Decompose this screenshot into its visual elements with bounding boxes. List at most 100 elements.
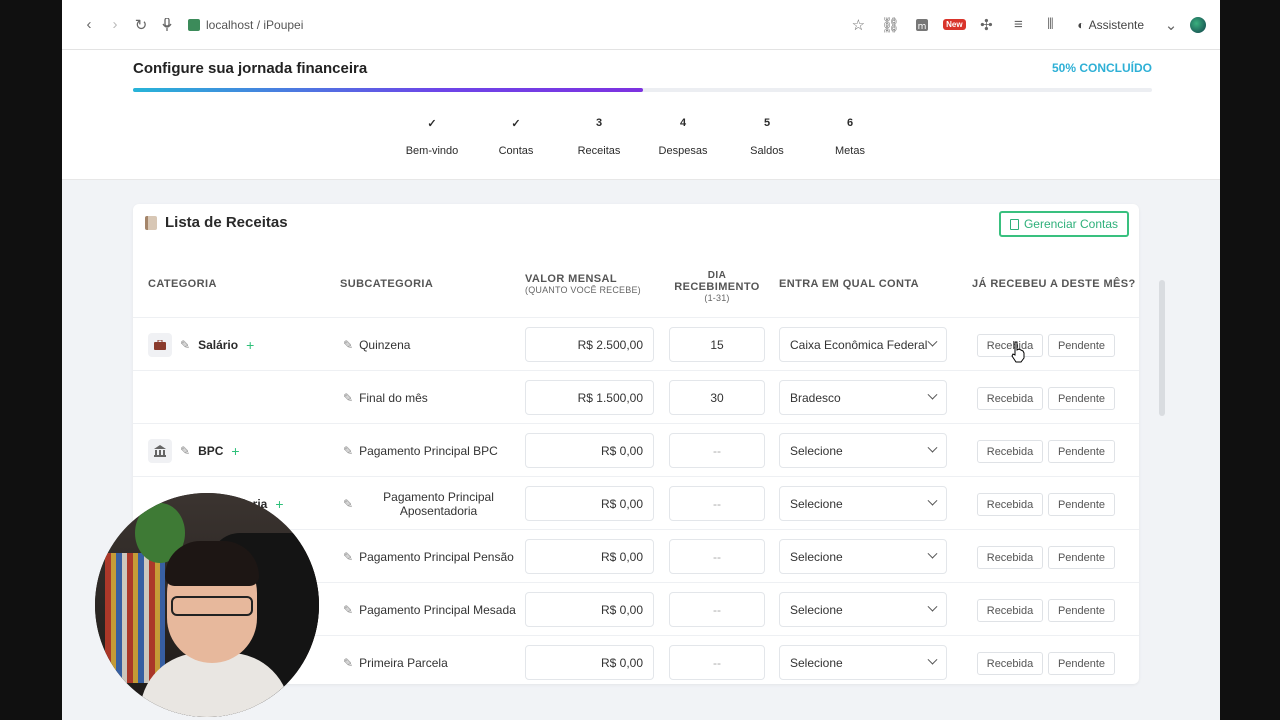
step-label: Metas [835, 145, 865, 157]
receipt-day-input[interactable]: 30 [669, 380, 765, 415]
extension-new-icon[interactable]: New [941, 12, 967, 38]
step-label: Receitas [577, 145, 621, 157]
account-select[interactable]: Selecione [779, 433, 947, 468]
header-monthly-value-text: VALOR MENSAL [525, 273, 617, 285]
chevron-down-icon [927, 336, 938, 347]
edit-pencil-icon[interactable]: ✎ [180, 444, 190, 458]
account-select[interactable]: Selecione [779, 645, 947, 680]
account-select[interactable]: Caixa Econômica Federal [779, 327, 947, 362]
pending-button[interactable]: Pendente [1048, 440, 1115, 463]
step-despesas[interactable]: 4 Despesas [643, 106, 723, 157]
pending-button[interactable]: Pendente [1048, 546, 1115, 569]
add-subcategory-icon[interactable]: + [231, 443, 239, 459]
browser-toolbar: ‹ › ↻ localhost / iPoupei ☆ ⛓ m New ✣ ≡ … [62, 0, 1220, 50]
extension-m-icon[interactable]: m [909, 12, 935, 38]
header-day-line1: DIA [707, 269, 727, 281]
step-label: Saldos [750, 145, 784, 157]
header-received-text: JÁ RECEBEU A DESTE MÊS? [972, 278, 1136, 290]
chevron-down-icon[interactable]: ⌄ [1158, 12, 1184, 38]
receipt-day-input[interactable]: -- [669, 486, 765, 521]
step-check-icon: ✓ [511, 117, 521, 130]
receipt-day-input[interactable]: 15 [669, 327, 765, 362]
edit-pencil-icon[interactable]: ✎ [343, 656, 353, 670]
monthly-value-input[interactable]: R$ 0,00 [525, 433, 654, 468]
add-subcategory-icon[interactable]: + [246, 337, 254, 353]
bookmark-star-icon[interactable]: ☆ [845, 12, 871, 38]
receipt-day-input[interactable]: -- [669, 539, 765, 574]
wallet-icon [1009, 218, 1019, 230]
bookshelf [105, 553, 165, 683]
step-bem-vindo[interactable]: ✓ Bem-vindo [392, 106, 472, 158]
subcategory-name: Quinzena [359, 337, 411, 352]
new-badge: New [943, 19, 966, 30]
chevron-down-icon [927, 442, 938, 453]
edit-pencil-icon[interactable]: ✎ [180, 338, 190, 352]
received-button[interactable]: Recebida [977, 440, 1043, 463]
waveform-icon[interactable]: ⦀ [1037, 12, 1063, 38]
person-hair [165, 541, 259, 586]
menu-lines-icon[interactable]: ≡ [1005, 12, 1031, 38]
profile-globe-icon[interactable] [1190, 16, 1206, 33]
step-contas[interactable]: ✓ Contas [476, 106, 556, 158]
address-bar[interactable]: localhost / iPoupei [188, 18, 303, 32]
manage-accounts-button[interactable]: Gerenciar Contas [998, 211, 1129, 237]
step-receitas[interactable]: 3 Receitas [559, 106, 639, 157]
pending-button[interactable]: Pendente [1048, 599, 1115, 622]
receipt-day-input[interactable]: -- [669, 592, 765, 627]
edit-pencil-icon[interactable]: ✎ [343, 603, 353, 617]
pending-button[interactable]: Pendente [1048, 493, 1115, 516]
received-button[interactable]: Recebida [977, 387, 1043, 410]
received-button[interactable]: Recebida [977, 599, 1043, 622]
assistant-button[interactable]: ◐ Assistente [1077, 18, 1144, 32]
hand-cursor-icon [1011, 341, 1025, 363]
back-icon[interactable]: ‹ [76, 12, 102, 38]
receipt-day-input[interactable]: -- [669, 433, 765, 468]
pending-button[interactable]: Pendente [1048, 387, 1115, 410]
monthly-value-input[interactable]: R$ 0,00 [525, 539, 654, 574]
monthly-value-input[interactable]: R$ 0,00 [525, 486, 654, 521]
pending-button[interactable]: Pendente [1048, 334, 1115, 357]
pending-button[interactable]: Pendente [1048, 652, 1115, 675]
edit-pencil-icon[interactable]: ✎ [343, 338, 353, 352]
category-cell: ✎ Salário + [148, 318, 254, 371]
monthly-value-input[interactable]: R$ 1.500,00 [525, 380, 654, 415]
header-account: ENTRA EM QUAL CONTA [779, 264, 919, 304]
monthly-value-input[interactable]: R$ 0,00 [525, 645, 654, 680]
edit-pencil-icon[interactable]: ✎ [343, 497, 353, 511]
link-icon[interactable]: ⛓ [877, 12, 903, 38]
account-select[interactable]: Selecione [779, 539, 947, 574]
subcategory-cell: ✎ Pagamento Principal Pensão [343, 530, 518, 583]
site-favicon-icon [188, 18, 200, 31]
glasses [171, 596, 253, 616]
monthly-value-input[interactable]: R$ 2.500,00 [525, 327, 654, 362]
edit-pencil-icon[interactable]: ✎ [343, 391, 353, 405]
header-receipt-day: DIA RECEBIMENTO (1-31) [669, 262, 765, 310]
received-button[interactable]: Recebida [977, 493, 1043, 516]
microphone-icon[interactable] [154, 12, 180, 38]
category-name: BPC [198, 443, 224, 458]
card-title-text: Lista de Receitas [165, 214, 288, 231]
table-row: ✎ Salário + ✎ Quinzena R$ 2.500,00 15 Ca… [133, 317, 1139, 370]
subcategory-cell: ✎ Quinzena [343, 318, 518, 371]
received-button[interactable]: Recebida [977, 546, 1043, 569]
received-button[interactable]: Recebida [977, 652, 1043, 675]
monthly-value-input[interactable]: R$ 0,00 [525, 592, 654, 627]
edit-pencil-icon[interactable]: ✎ [343, 550, 353, 564]
puzzle-icon[interactable]: ✣ [973, 12, 999, 38]
edit-pencil-icon[interactable]: ✎ [343, 444, 353, 458]
forward-icon[interactable]: › [102, 12, 128, 38]
account-select[interactable]: Selecione [779, 592, 947, 627]
account-select-value: Selecione [790, 443, 843, 458]
step-saldos[interactable]: 5 Saldos [727, 106, 807, 157]
subcategory-name: Pagamento Principal Aposentadoria [383, 489, 494, 518]
page-title: Configure sua jornada financeira [133, 60, 368, 77]
table-row: ✎ BPC + ✎ Pagamento Principal BPC R$ 0,0… [133, 423, 1139, 476]
header-category: CATEGORIA [148, 264, 217, 304]
step-metas[interactable]: 6 Metas [810, 106, 890, 157]
reload-icon[interactable]: ↻ [128, 12, 154, 38]
subcategory-name: Final do mês [359, 390, 428, 405]
account-select[interactable]: Selecione [779, 486, 947, 521]
receipt-day-input[interactable]: -- [669, 645, 765, 680]
account-select[interactable]: Bradesco [779, 380, 947, 415]
page-scrollbar[interactable] [1159, 280, 1165, 416]
